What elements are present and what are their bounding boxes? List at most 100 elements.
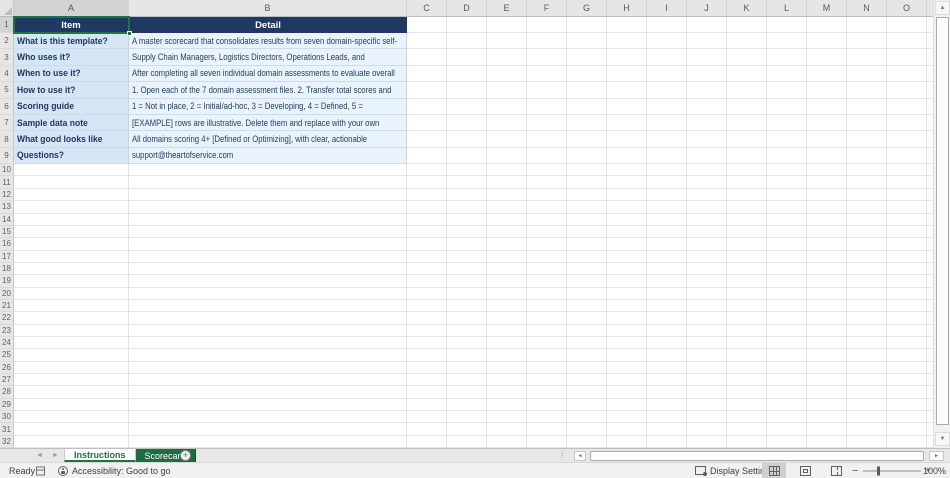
empty-cell[interactable]: [129, 176, 407, 189]
empty-cells-region[interactable]: [407, 250, 933, 263]
empty-cells-region[interactable]: [407, 386, 933, 399]
empty-cells-region[interactable]: [407, 411, 933, 424]
vertical-scrollbar[interactable]: ▲ ▼: [933, 0, 950, 448]
empty-cell[interactable]: [14, 176, 129, 189]
empty-cell[interactable]: [129, 423, 407, 436]
row-header-18[interactable]: 18: [0, 262, 14, 276]
row-header-16[interactable]: 16: [0, 238, 14, 251]
row-header-1[interactable]: 1: [0, 17, 14, 33]
empty-cells-region[interactable]: [407, 435, 933, 448]
cell-B6[interactable]: 1 = Not in place, 2 = Initial/ad-hoc, 3 …: [129, 98, 407, 115]
empty-cell[interactable]: [14, 386, 129, 399]
row-header-32[interactable]: 32: [0, 435, 14, 448]
row-header-31[interactable]: 31: [0, 423, 14, 436]
tab-nav-left-icon[interactable]: ◄: [36, 449, 43, 462]
empty-cells-region[interactable]: [407, 336, 933, 350]
empty-cells-region[interactable]: [407, 49, 933, 66]
empty-cell[interactable]: [129, 238, 407, 251]
row-header-17[interactable]: 17: [0, 250, 14, 263]
empty-cell[interactable]: [129, 312, 407, 325]
empty-cell[interactable]: [14, 275, 129, 288]
empty-cell[interactable]: [129, 324, 407, 337]
zoom-slider-track[interactable]: [863, 470, 921, 471]
empty-cell[interactable]: [14, 435, 129, 448]
scroll-down-icon[interactable]: ▼: [935, 432, 950, 446]
cell-B7[interactable]: [EXAMPLE] rows are illustrative. Delete …: [129, 114, 407, 132]
empty-cells-region[interactable]: [407, 114, 933, 132]
page-layout-view-button[interactable]: [793, 463, 817, 478]
column-header-N[interactable]: N: [847, 0, 887, 16]
column-header-F[interactable]: F: [527, 0, 567, 16]
tab-nav-right-icon[interactable]: ►: [52, 449, 59, 462]
empty-cell[interactable]: [14, 225, 129, 239]
tab-scroll-splitter[interactable]: ⁞: [561, 450, 564, 460]
empty-cells-region[interactable]: [407, 17, 933, 33]
empty-cells-region[interactable]: [407, 287, 933, 300]
empty-cells-region[interactable]: [407, 33, 933, 50]
cell-A3[interactable]: Who uses it?: [14, 49, 129, 66]
row-header-21[interactable]: 21: [0, 299, 14, 313]
empty-cell[interactable]: [14, 398, 129, 411]
scroll-up-icon[interactable]: ▲: [935, 1, 950, 15]
column-header-C[interactable]: C: [407, 0, 447, 16]
add-sheet-icon[interactable]: +: [180, 450, 191, 461]
empty-cell[interactable]: [129, 262, 407, 276]
cell-A1[interactable]: Item: [14, 17, 129, 33]
empty-cell[interactable]: [129, 386, 407, 399]
scroll-left-icon[interactable]: ◄: [574, 451, 586, 461]
empty-cells-region[interactable]: [407, 65, 933, 83]
cell-B2[interactable]: A master scorecard that consolidates res…: [129, 33, 407, 50]
empty-cells-region[interactable]: [407, 299, 933, 313]
empty-cells-region[interactable]: [407, 82, 933, 99]
row-header-2[interactable]: 2: [0, 33, 14, 50]
column-header-G[interactable]: G: [567, 0, 607, 16]
row-header-4[interactable]: 4: [0, 65, 14, 83]
empty-cell[interactable]: [14, 324, 129, 337]
select-all-corner[interactable]: [0, 0, 14, 16]
macro-record-icon[interactable]: [36, 466, 45, 475]
empty-cell[interactable]: [14, 164, 129, 177]
empty-cell[interactable]: [129, 435, 407, 448]
column-header-H[interactable]: H: [607, 0, 647, 16]
empty-cell[interactable]: [129, 336, 407, 350]
column-header-O[interactable]: O: [887, 0, 927, 16]
empty-cell[interactable]: [14, 287, 129, 300]
empty-cell[interactable]: [14, 423, 129, 436]
row-header-12[interactable]: 12: [0, 188, 14, 202]
column-header-J[interactable]: J: [687, 0, 727, 16]
empty-cell[interactable]: [14, 213, 129, 226]
cell-B5[interactable]: 1. Open each of the 7 domain assessment …: [129, 82, 407, 99]
column-header-B[interactable]: B: [129, 0, 407, 16]
empty-cell[interactable]: [14, 299, 129, 313]
row-header-30[interactable]: 30: [0, 411, 14, 424]
empty-cell[interactable]: [14, 262, 129, 276]
cell-A4[interactable]: When to use it?: [14, 65, 129, 83]
empty-cell[interactable]: [14, 188, 129, 202]
row-header-19[interactable]: 19: [0, 275, 14, 288]
row-header-13[interactable]: 13: [0, 201, 14, 214]
cell-B8[interactable]: All domains scoring 4+ [Defined or Optim…: [129, 131, 407, 148]
cell-B9[interactable]: support@theartofservice.com: [129, 147, 407, 165]
empty-cell[interactable]: [129, 201, 407, 214]
empty-cell[interactable]: [129, 411, 407, 424]
row-header-22[interactable]: 22: [0, 312, 14, 325]
cell-A2[interactable]: What is this template?: [14, 33, 129, 50]
row-header-5[interactable]: 5: [0, 82, 14, 99]
row-header-10[interactable]: 10: [0, 164, 14, 177]
empty-cells-region[interactable]: [407, 213, 933, 226]
empty-cells-region[interactable]: [407, 98, 933, 115]
page-break-view-button[interactable]: [824, 463, 848, 478]
cell-A8[interactable]: What good looks like: [14, 131, 129, 148]
empty-cell[interactable]: [129, 299, 407, 313]
row-header-6[interactable]: 6: [0, 98, 14, 115]
empty-cell[interactable]: [14, 312, 129, 325]
empty-cell[interactable]: [129, 188, 407, 202]
row-header-14[interactable]: 14: [0, 213, 14, 226]
row-header-11[interactable]: 11: [0, 176, 14, 189]
empty-cells-region[interactable]: [407, 373, 933, 387]
row-header-20[interactable]: 20: [0, 287, 14, 300]
empty-cell[interactable]: [14, 201, 129, 214]
empty-cells-region[interactable]: [407, 225, 933, 239]
empty-cells-region[interactable]: [407, 262, 933, 276]
row-header-8[interactable]: 8: [0, 131, 14, 148]
